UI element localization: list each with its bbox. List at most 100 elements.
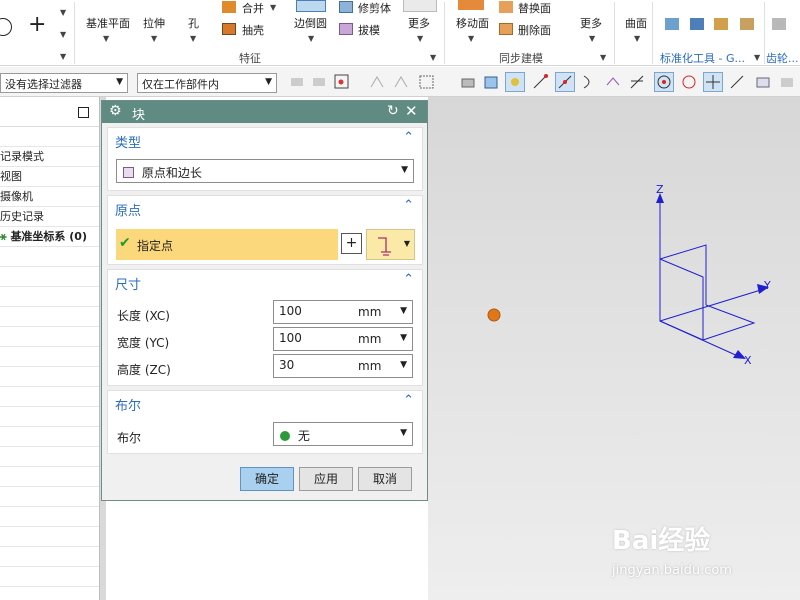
navigator-row (0, 127, 99, 147)
chevron-down-icon: ▼ (116, 77, 123, 87)
circle-tool-icon[interactable] (0, 18, 12, 36)
chevron-down-icon[interactable]: ▼ (60, 52, 66, 61)
more-sync-button[interactable]: 更多 (580, 15, 602, 31)
tool-icon-4[interactable] (740, 18, 754, 30)
dialog-title-bar[interactable]: ⚙ 块 ↻ ✕ (102, 101, 427, 123)
selection-filter-dropdown[interactable]: 没有选择过滤器 ▼ (0, 73, 128, 93)
group-options-icon[interactable]: ▼ (430, 53, 436, 62)
type-section: 类型 ⌃ 原点和边长 ▼ (107, 127, 423, 191)
chevron-down-icon[interactable]: ▼ (151, 34, 157, 43)
replace-face-button[interactable]: 替换面 (518, 0, 551, 16)
chevron-down-icon[interactable]: ▼ (634, 34, 640, 43)
arc-center-snap-icon[interactable] (654, 72, 674, 92)
extrude-button[interactable]: 拉伸 (143, 15, 165, 31)
gear-icon[interactable]: ⚙ (109, 103, 122, 119)
solid-icon[interactable] (459, 73, 477, 91)
move-face-button[interactable]: 移动面 (456, 15, 489, 31)
snap-icon[interactable] (288, 73, 306, 91)
boolean-dropdown[interactable]: 无 ▼ (273, 422, 413, 446)
chevron-down-icon[interactable]: ▼ (417, 34, 423, 43)
specify-point-selector[interactable]: ✔ 指定点 (116, 229, 338, 260)
chevron-down-icon[interactable]: ▼ (400, 360, 407, 370)
box-select-icon[interactable] (418, 73, 436, 91)
datum-plane-button[interactable]: 基准平面 (86, 15, 130, 31)
chevron-down-icon[interactable]: ▼ (103, 34, 109, 43)
move-face-icon (458, 0, 484, 10)
snap-icon[interactable] (392, 73, 410, 91)
more-features-button[interactable]: 更多 (408, 15, 430, 31)
chevron-down-icon[interactable]: ▼ (400, 306, 407, 316)
point-on-face-icon[interactable] (754, 73, 772, 91)
surface-button[interactable]: 曲面 (625, 15, 647, 31)
section-title: 布尔 (115, 399, 142, 414)
length-input[interactable]: 100 mm ▼ (273, 300, 413, 324)
chevron-down-icon[interactable]: ▼ (190, 34, 196, 43)
plus-tool-icon[interactable]: + (28, 12, 46, 37)
chevron-down-icon[interactable]: ▼ (400, 333, 407, 343)
chevron-down-icon: ▼ (400, 428, 407, 438)
quadrant-snap-icon[interactable] (680, 73, 698, 91)
point-on-curve-icon[interactable] (728, 73, 746, 91)
cancel-button[interactable]: 取消 (358, 467, 412, 491)
group-options-icon[interactable]: ▼ (754, 53, 760, 62)
chevron-down-icon[interactable]: ▼ (270, 3, 276, 12)
delete-face-button[interactable]: 删除面 (518, 22, 551, 38)
length-value: 100 (279, 304, 302, 318)
type-dropdown[interactable]: 原点和边长 ▼ (116, 159, 414, 183)
endpoint-snap-icon[interactable] (531, 73, 549, 91)
unite-button[interactable]: 合并 (242, 0, 264, 16)
navigator-row (0, 447, 99, 467)
point-dialog-button[interactable]: + (341, 233, 362, 254)
cube-icon[interactable] (482, 73, 500, 91)
width-input[interactable]: 100 mm ▼ (273, 327, 413, 351)
navigator-row-datum-csys[interactable]: ⚹ 基准坐标系 (0) (0, 227, 99, 247)
selection-scope-dropdown[interactable]: 仅在工作部件内 ▼ (137, 73, 277, 93)
navigator-row (0, 327, 99, 347)
point-snap-icon[interactable] (505, 72, 525, 92)
reset-icon[interactable]: ↻ (387, 103, 399, 119)
apply-button[interactable]: 应用 (299, 467, 353, 491)
edge-blend-button[interactable]: 边倒圆 (294, 15, 327, 31)
chevron-down-icon[interactable]: ▼ (60, 8, 66, 17)
chevron-down-icon[interactable]: ▼ (589, 34, 595, 43)
close-icon[interactable]: ✕ (405, 102, 418, 120)
collapse-icon[interactable]: ⌃ (403, 393, 414, 408)
group-options-icon[interactable]: ▼ (600, 53, 606, 62)
chevron-down-icon[interactable]: ▼ (60, 30, 66, 39)
snap-icon[interactable] (310, 73, 328, 91)
baidu-watermark-logo: Bai经验 (612, 526, 711, 556)
chevron-down-icon[interactable]: ▼ (308, 34, 314, 43)
collapse-icon[interactable]: ⌃ (403, 130, 414, 145)
hole-button[interactable]: 孔 (188, 15, 199, 31)
collapse-icon[interactable]: ⌃ (403, 198, 414, 213)
tool-icon-1[interactable] (665, 18, 679, 30)
shell-button[interactable]: 抽壳 (242, 22, 264, 38)
maximize-icon[interactable] (78, 107, 89, 118)
chevron-down-icon: ▼ (401, 165, 408, 175)
navigator-row-views[interactable]: 视图 (0, 167, 99, 187)
tool-icon-3[interactable] (714, 18, 728, 30)
draft-button[interactable]: 拔模 (358, 22, 380, 38)
gear-tool-icon[interactable] (772, 18, 786, 30)
select-point-icon[interactable] (333, 73, 351, 91)
snap-icon[interactable] (778, 73, 796, 91)
snap-icon[interactable] (368, 73, 386, 91)
intersection-snap-icon[interactable] (628, 73, 646, 91)
tool-icon-2[interactable] (690, 18, 704, 30)
curve-snap-icon[interactable] (580, 73, 598, 91)
trim-body-button[interactable]: 修剪体 (358, 0, 391, 16)
point-inferred-dropdown[interactable]: ▼ (366, 229, 415, 260)
navigator-row-cameras[interactable]: 摄像机 (0, 187, 99, 207)
existing-point-snap-icon[interactable] (703, 72, 723, 92)
navigator-row-record-mode[interactable]: 记录模式 (0, 147, 99, 167)
ok-button[interactable]: 确定 (240, 467, 294, 491)
control-point-icon[interactable] (604, 73, 622, 91)
midpoint-snap-icon[interactable] (555, 72, 575, 92)
section-title: 尺寸 (115, 278, 142, 293)
boolean-none-icon (280, 431, 290, 441)
chevron-down-icon[interactable]: ▼ (468, 34, 474, 43)
height-input[interactable]: 30 mm ▼ (273, 354, 413, 378)
navigator-row-history[interactable]: 历史记录 (0, 207, 99, 227)
collapse-icon[interactable]: ⌃ (403, 272, 414, 287)
width-unit: mm (358, 332, 382, 346)
